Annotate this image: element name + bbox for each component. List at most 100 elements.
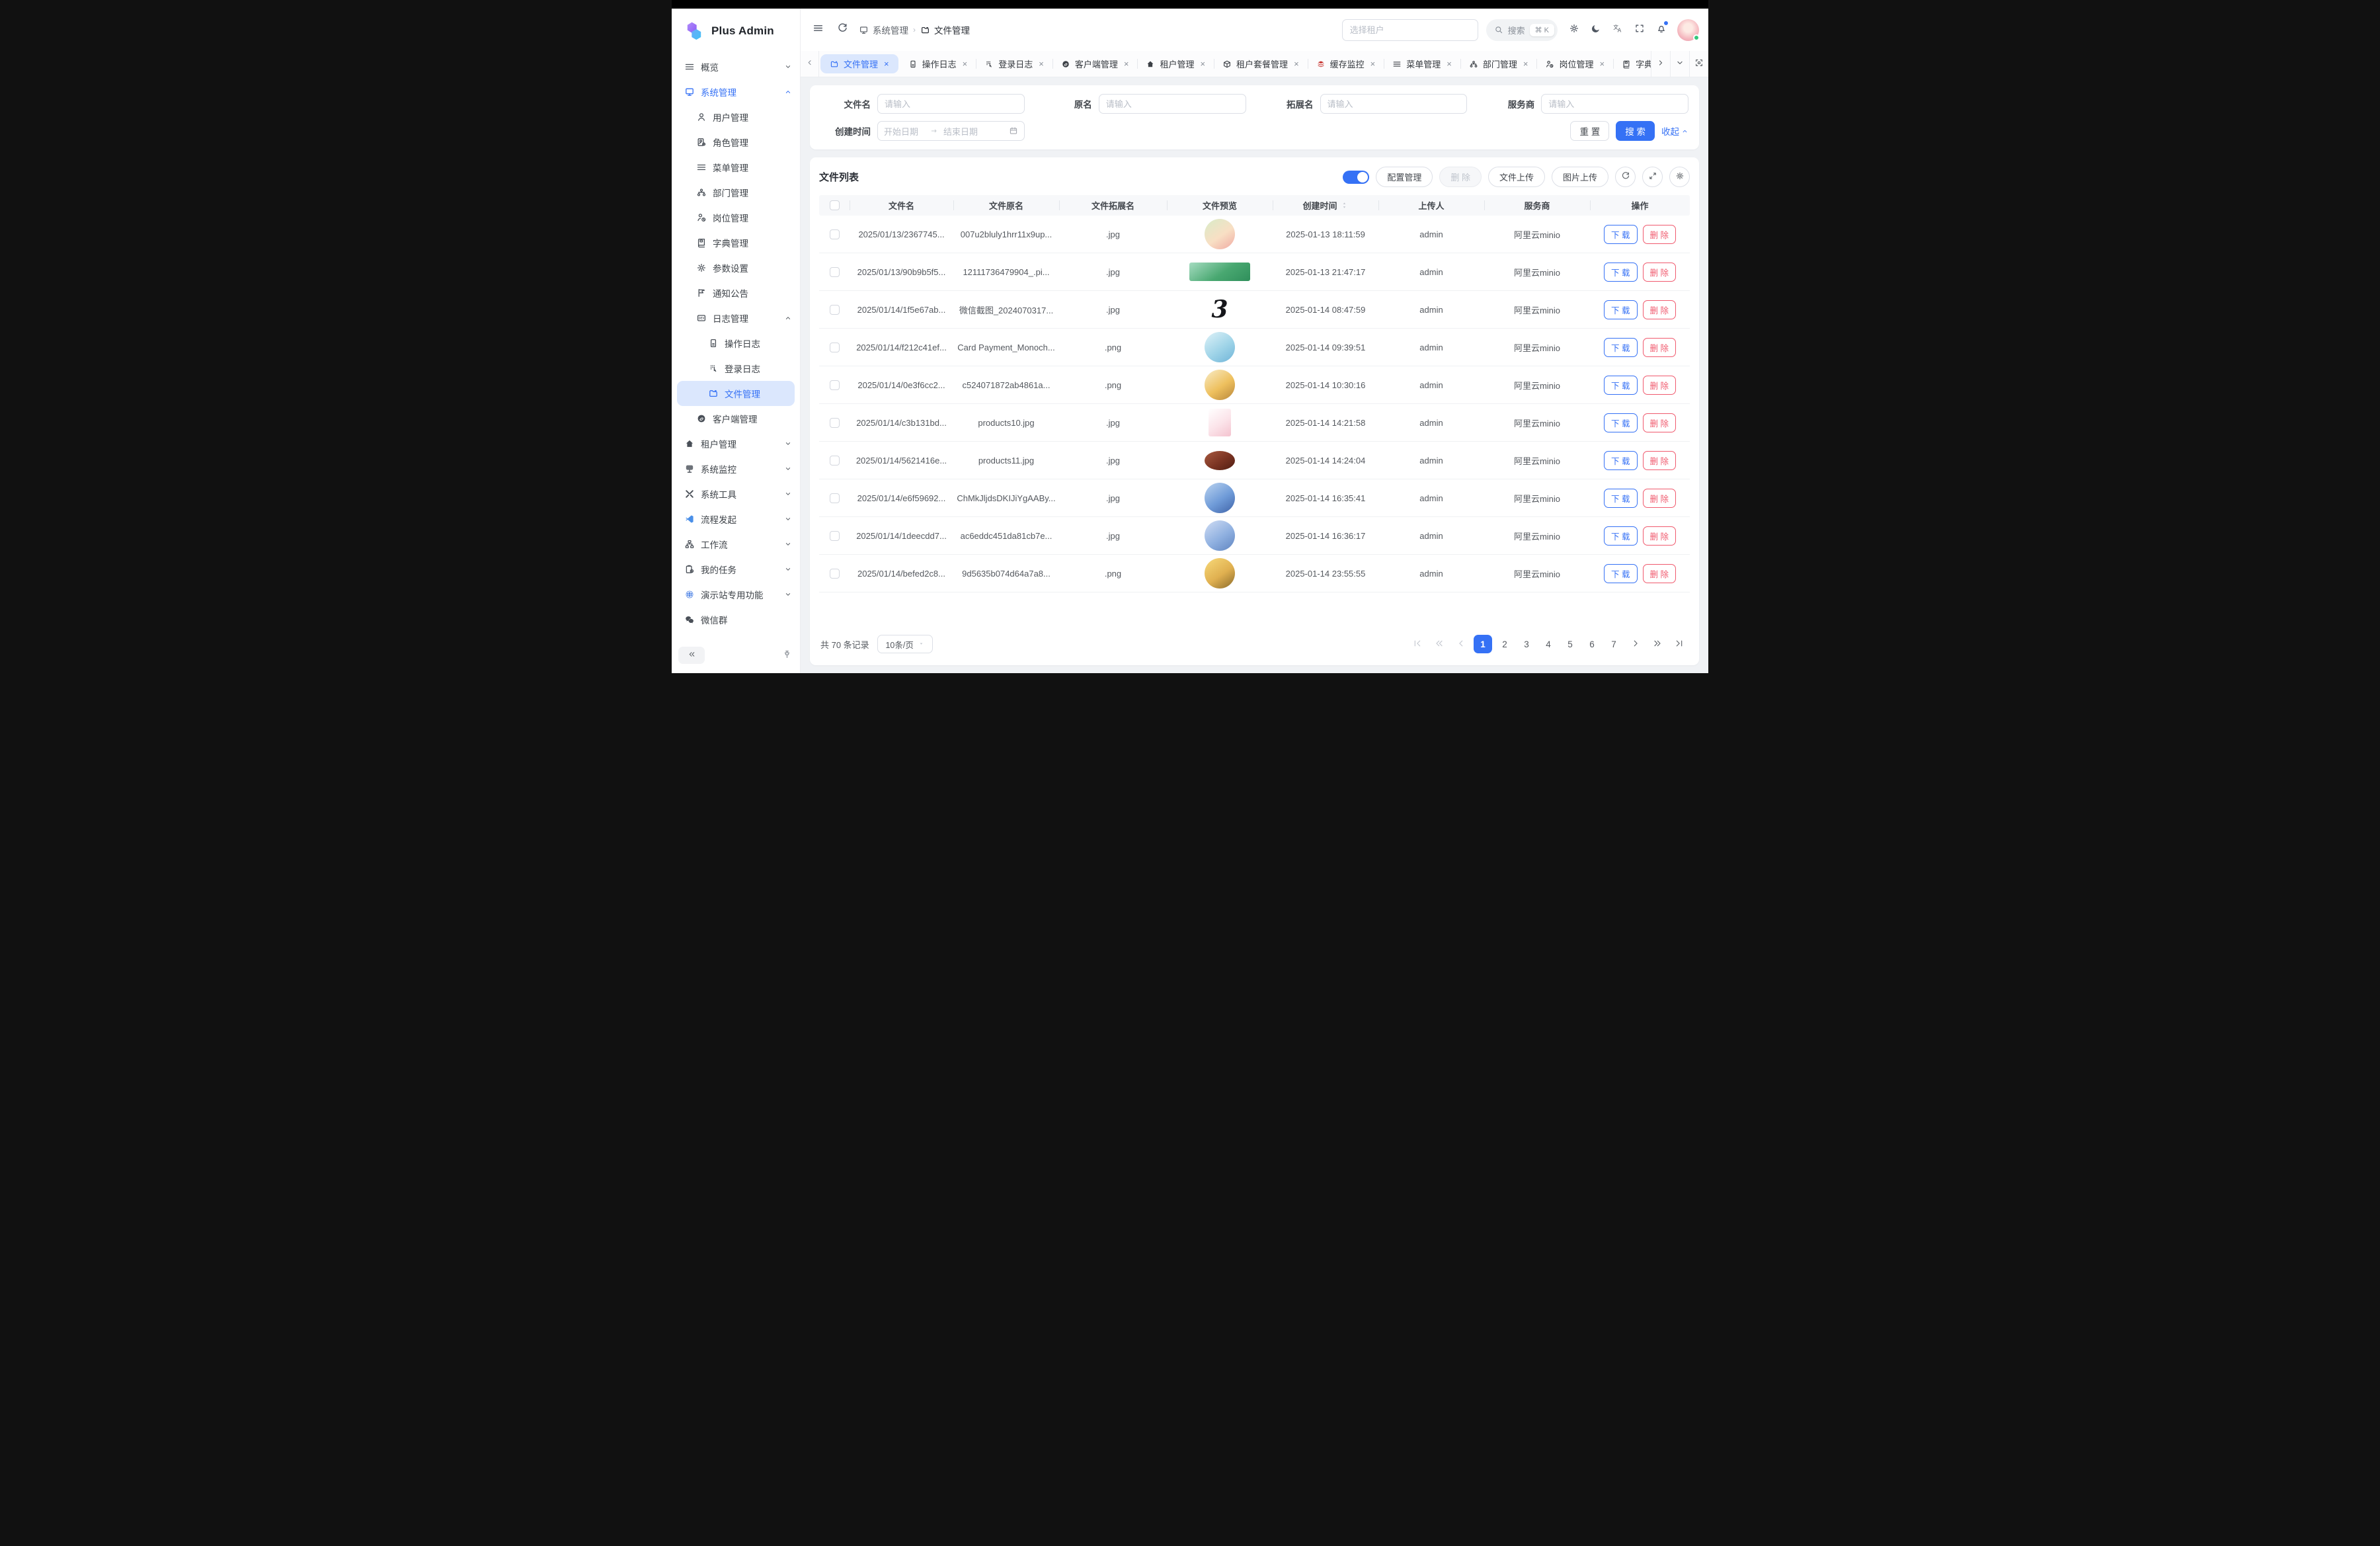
page-number-5[interactable]: 5 <box>1561 635 1579 653</box>
tabs-scroll-right-button[interactable] <box>1651 51 1670 77</box>
row-checkbox[interactable] <box>830 456 840 466</box>
preview-image[interactable] <box>1209 409 1231 436</box>
close-icon[interactable]: × <box>1200 59 1205 69</box>
dark-mode-button[interactable] <box>1587 20 1605 40</box>
row-checkbox[interactable] <box>830 229 840 239</box>
row-delete-button[interactable]: 删 除 <box>1643 300 1676 319</box>
page-number-6[interactable]: 6 <box>1583 635 1601 653</box>
tab-操作日志[interactable]: 操作日志× <box>900 51 976 77</box>
image-upload-button[interactable]: 图片上传 <box>1552 167 1608 187</box>
page-fast-next-button[interactable] <box>1648 635 1667 653</box>
search-button[interactable]: 搜 索 <box>1616 121 1655 141</box>
file-upload-button[interactable]: 文件上传 <box>1488 167 1545 187</box>
preview-image[interactable] <box>1205 332 1235 362</box>
hamburger-menu-button[interactable] <box>810 20 826 40</box>
filter-input-服务商[interactable] <box>1541 94 1688 114</box>
tab-文件管理[interactable]: 文件管理× <box>820 54 898 73</box>
page-number-7[interactable]: 7 <box>1605 635 1623 653</box>
select-all-checkbox[interactable] <box>830 200 840 210</box>
preview-image[interactable] <box>1205 483 1235 513</box>
column-settings-button[interactable] <box>1669 167 1690 187</box>
sort-icon[interactable] <box>1340 201 1349 210</box>
page-size-select[interactable]: 10条/页 <box>877 635 933 653</box>
sidebar-item-字典管理[interactable]: 字典管理 <box>672 230 800 255</box>
row-checkbox[interactable] <box>830 531 840 541</box>
sidebar-item-参数设置[interactable]: 参数设置 <box>672 255 800 280</box>
tabs-scroll-left-button[interactable] <box>801 51 819 77</box>
preview-image[interactable] <box>1205 219 1235 249</box>
preview-image[interactable] <box>1205 370 1235 400</box>
sidebar-item-通知公告[interactable]: 通知公告 <box>672 280 800 305</box>
row-delete-button[interactable]: 删 除 <box>1643 489 1676 508</box>
download-button[interactable]: 下 载 <box>1604 413 1637 432</box>
content-fullscreen-button[interactable] <box>1689 51 1708 77</box>
sidebar-item-角色管理[interactable]: 角色管理 <box>672 130 800 155</box>
sidebar-item-演示站专用功能[interactable]: 演示站专用功能 <box>672 582 800 607</box>
preview-image[interactable] <box>1205 558 1235 589</box>
close-icon[interactable]: × <box>1523 59 1528 69</box>
preview-image[interactable] <box>1189 263 1250 281</box>
breadcrumb-item[interactable]: 文件管理 <box>920 23 970 36</box>
sidebar-item-日志管理[interactable]: DEV日志管理 <box>672 305 800 331</box>
tab-租户套餐管理[interactable]: 租户套餐管理× <box>1214 51 1308 77</box>
sidebar-item-流程发起[interactable]: 流程发起 <box>672 507 800 532</box>
download-button[interactable]: 下 载 <box>1604 526 1637 546</box>
breadcrumb-item[interactable]: 系统管理 <box>859 23 908 36</box>
page-number-4[interactable]: 4 <box>1539 635 1558 653</box>
row-delete-button[interactable]: 删 除 <box>1643 263 1676 282</box>
row-delete-button[interactable]: 删 除 <box>1643 451 1676 470</box>
filter-input-原名[interactable] <box>1099 94 1246 114</box>
download-button[interactable]: 下 载 <box>1604 225 1637 244</box>
filter-input-文件名[interactable] <box>877 94 1025 114</box>
close-icon[interactable]: × <box>1600 59 1605 69</box>
sidebar-collapse-button[interactable] <box>678 647 705 664</box>
tenant-select-input[interactable] <box>1342 19 1478 41</box>
preview-toggle[interactable] <box>1343 171 1369 184</box>
download-button[interactable]: 下 载 <box>1604 376 1637 395</box>
sidebar-item-菜单管理[interactable]: 菜单管理 <box>672 155 800 180</box>
row-delete-button[interactable]: 删 除 <box>1643 376 1676 395</box>
sidebar-item-租户管理[interactable]: 租户管理 <box>672 431 800 456</box>
close-icon[interactable]: × <box>1124 59 1129 69</box>
tabs-menu-button[interactable] <box>1670 51 1689 77</box>
row-delete-button[interactable]: 删 除 <box>1643 338 1676 357</box>
download-button[interactable]: 下 载 <box>1604 489 1637 508</box>
tab-登录日志[interactable]: 登录日志× <box>976 51 1052 77</box>
page-first-button[interactable] <box>1408 635 1427 653</box>
tab-部门管理[interactable]: 部门管理× <box>1460 51 1537 77</box>
tab-租户管理[interactable]: 租户管理× <box>1137 51 1214 77</box>
row-checkbox[interactable] <box>830 305 840 315</box>
sidebar-item-岗位管理[interactable]: 岗位管理 <box>672 205 800 230</box>
global-search-button[interactable]: 搜索 ⌘ K <box>1486 19 1558 41</box>
page-next-button[interactable] <box>1626 635 1645 653</box>
close-icon[interactable]: × <box>1370 59 1376 69</box>
reset-button[interactable]: 重 置 <box>1570 121 1609 141</box>
sidebar-item-微信群[interactable]: 微信群 <box>672 607 800 632</box>
close-icon[interactable]: × <box>1039 59 1044 69</box>
preview-image[interactable] <box>1205 520 1235 551</box>
page-number-3[interactable]: 3 <box>1517 635 1536 653</box>
settings-button[interactable] <box>1566 20 1583 40</box>
page-number-2[interactable]: 2 <box>1495 635 1514 653</box>
sidebar-item-部门管理[interactable]: 部门管理 <box>672 180 800 205</box>
close-icon[interactable]: × <box>1447 59 1452 69</box>
preview-image[interactable]: 3 <box>1211 298 1228 321</box>
close-icon[interactable]: × <box>1294 59 1299 69</box>
tab-岗位管理[interactable]: 岗位管理× <box>1536 51 1613 77</box>
page-fast-prev-button[interactable] <box>1430 635 1448 653</box>
row-checkbox[interactable] <box>830 418 840 428</box>
tab-字典管理[interactable]: 字典管理× <box>1613 51 1651 77</box>
expand-table-button[interactable] <box>1642 167 1663 187</box>
sidebar-item-登录日志[interactable]: 登录日志 <box>672 356 800 381</box>
download-button[interactable]: 下 载 <box>1604 338 1637 357</box>
delete-button[interactable]: 删 除 <box>1439 167 1482 187</box>
sidebar-item-我的任务[interactable]: 我的任务 <box>672 557 800 582</box>
page-last-button[interactable] <box>1670 635 1688 653</box>
row-delete-button[interactable]: 删 除 <box>1643 564 1676 583</box>
page-number-1[interactable]: 1 <box>1474 635 1492 653</box>
sidebar-item-用户管理[interactable]: 用户管理 <box>672 104 800 130</box>
row-checkbox[interactable] <box>830 493 840 503</box>
tab-缓存监控[interactable]: 缓存监控× <box>1308 51 1384 77</box>
row-delete-button[interactable]: 删 除 <box>1643 526 1676 546</box>
language-button[interactable]: 文A <box>1609 20 1626 40</box>
